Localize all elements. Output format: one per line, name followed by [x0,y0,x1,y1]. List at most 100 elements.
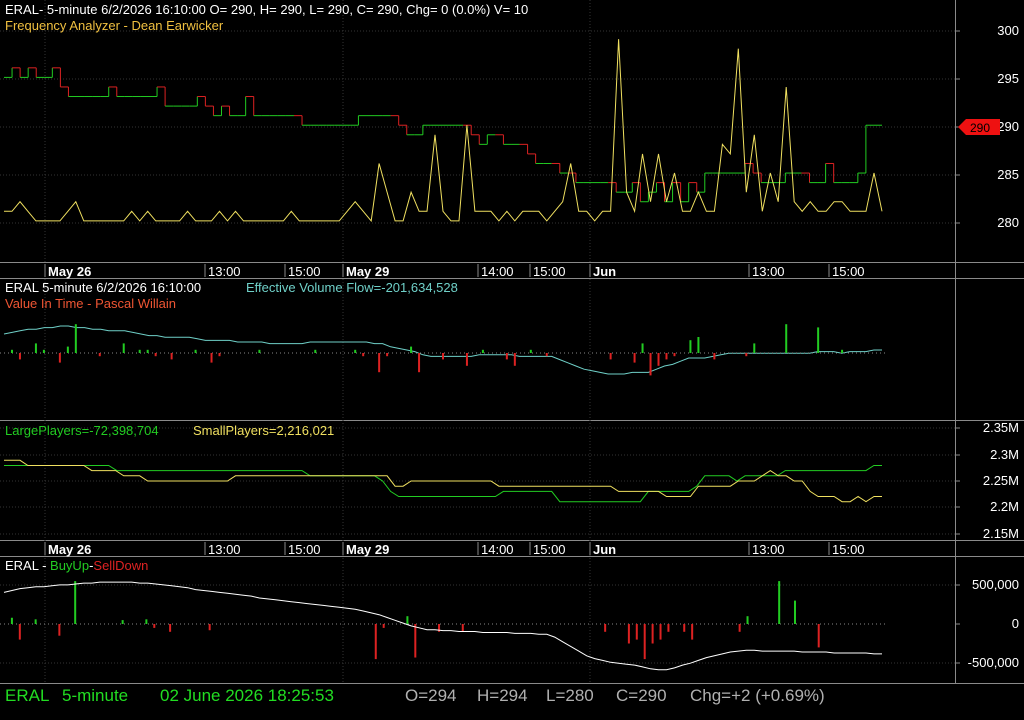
frequency-analyzer-label: Frequency Analyzer - Dean Earwicker [5,18,224,33]
value-in-time-bar [641,343,644,353]
price-axis-label: 300 [997,23,1019,38]
players-axis-label: 2.35M [983,420,1019,435]
value-in-time-bar [697,337,700,353]
selldown-label: SellDown [93,558,148,573]
value-in-time-bar [10,349,13,353]
buyup-selldown-line [3,581,882,671]
date-tick-label: Jun [593,264,616,279]
value-in-time-bar [34,343,37,353]
panel2-title: ERAL 5-minute 6/2/2026 16:10:00 [5,280,201,295]
value-in-time-bar [210,353,213,363]
status-change: Chg=+2 (+0.69%) [690,686,825,705]
status-symbol: ERAL [5,686,50,705]
value-in-time-bar [529,349,532,353]
players-axis-label: 2.2M [990,499,1019,514]
value-in-time-bar [386,353,389,357]
value-in-time-bar [418,353,421,373]
status-datetime: 02 June 2026 18:25:53 [160,686,334,705]
buyup-selldown-bar [667,624,670,632]
players-axis-label: 2.25M [983,473,1019,488]
value-in-time-bar [194,349,197,353]
value-in-time-bar [545,353,548,357]
value-in-time-bars [10,324,844,376]
value-in-time-bar [609,353,612,360]
value-in-time-bar [218,353,221,357]
date-tick-label: 13:00 [208,264,241,279]
buyup-axis-label: -500,000 [968,655,1019,670]
value-in-time-bar [138,349,141,353]
effective-volume-flow-label: Effective Volume Flow=-201,634,528 [246,280,458,295]
value-in-time-bar [410,346,413,353]
buyup-axis-label: 0 [1012,616,1019,631]
value-in-time-bar [66,346,69,353]
buyup-selldown-bar [414,624,417,658]
buyup-axis: 500,000 0 -500,000 [955,577,1019,670]
date-tick-label: 13:00 [752,542,785,557]
date-tick-label: May 26 [48,542,91,557]
buyup-selldown-bars [10,581,820,660]
value-in-time-bar [841,349,844,353]
value-in-time-bar [362,353,365,357]
buyup-selldown-bar [18,624,21,640]
value-in-time-bar [314,349,317,353]
gridlines [0,0,955,683]
buyup-selldown-bar [651,624,654,644]
value-in-time-bar [513,353,516,366]
buyup-selldown-bar [738,624,741,632]
buyup-selldown-bar [208,624,211,631]
value-in-time-bar [18,353,21,360]
value-in-time-bar [633,353,636,363]
value-in-time-bar [42,349,45,353]
value-in-time-bar [713,353,716,360]
value-in-time-bar [154,353,157,357]
value-in-time-bar [689,340,692,353]
buyup-selldown-bar [153,624,156,628]
players-axis-label: 2.15M [983,526,1019,541]
buyup-selldown-bar [374,624,377,660]
value-in-time-bar [649,353,652,376]
price-axis-label: 295 [997,71,1019,86]
last-price-tag: 290 [958,119,1000,135]
buyup-selldown-bar [817,624,820,648]
date-tick-label: 15:00 [288,542,321,557]
date-tick-label: 15:00 [533,264,566,279]
buyup-selldown-bar [659,624,662,640]
date-tick-label: May 26 [48,264,91,279]
buyup-selldown-bar [58,624,61,636]
value-in-time-bar [442,353,444,360]
date-tick-label: 13:00 [752,264,785,279]
value-in-time-label: Value In Time - Pascal Willain [5,296,176,311]
value-in-time-bar [657,353,660,366]
buyup-selldown-bar [406,616,409,624]
value-in-time-bar [481,349,484,353]
value-in-time-bar [146,349,149,353]
value-in-time-bar [505,353,508,360]
buyup-axis-label: 500,000 [972,577,1019,592]
frequency-analyzer-line [4,39,883,223]
panel4-legend: ERAL - BuyUp-SellDown [5,558,148,573]
price-axis-label: 280 [997,215,1019,230]
buyup-selldown-bar [604,624,607,632]
players-axis: 2.35M 2.3M 2.25M 2.2M 2.15M [955,420,1019,541]
buyup-label: BuyUp [50,558,89,573]
chart-canvas: 300295290285280 2.35M2.3M2.25M2.2M2.15M … [0,0,1024,684]
value-in-time-bar [465,353,468,366]
buyup-selldown-bar [793,600,796,624]
value-in-time-bar [58,353,61,363]
date-tick-label: May 29 [346,264,389,279]
date-tick-label: 13:00 [208,542,241,557]
price-series [4,67,882,203]
date-tick-label: 15:00 [832,542,865,557]
price-axis-label: 285 [997,167,1019,182]
value-in-time-bar [785,324,788,353]
price-axis-label: 290 [997,119,1019,134]
buyup-selldown-bar [10,617,13,624]
buyup-selldown-bar [145,619,148,624]
value-in-time-bar [122,343,125,353]
status-interval: 5-minute [62,686,129,705]
small-players-label: SmallPlayers=2,216,021 [193,423,334,438]
value-in-time-bar [74,324,77,353]
buyup-selldown-bar [382,624,385,628]
value-in-time-bar [354,349,357,353]
date-tick-label: May 29 [346,542,389,557]
